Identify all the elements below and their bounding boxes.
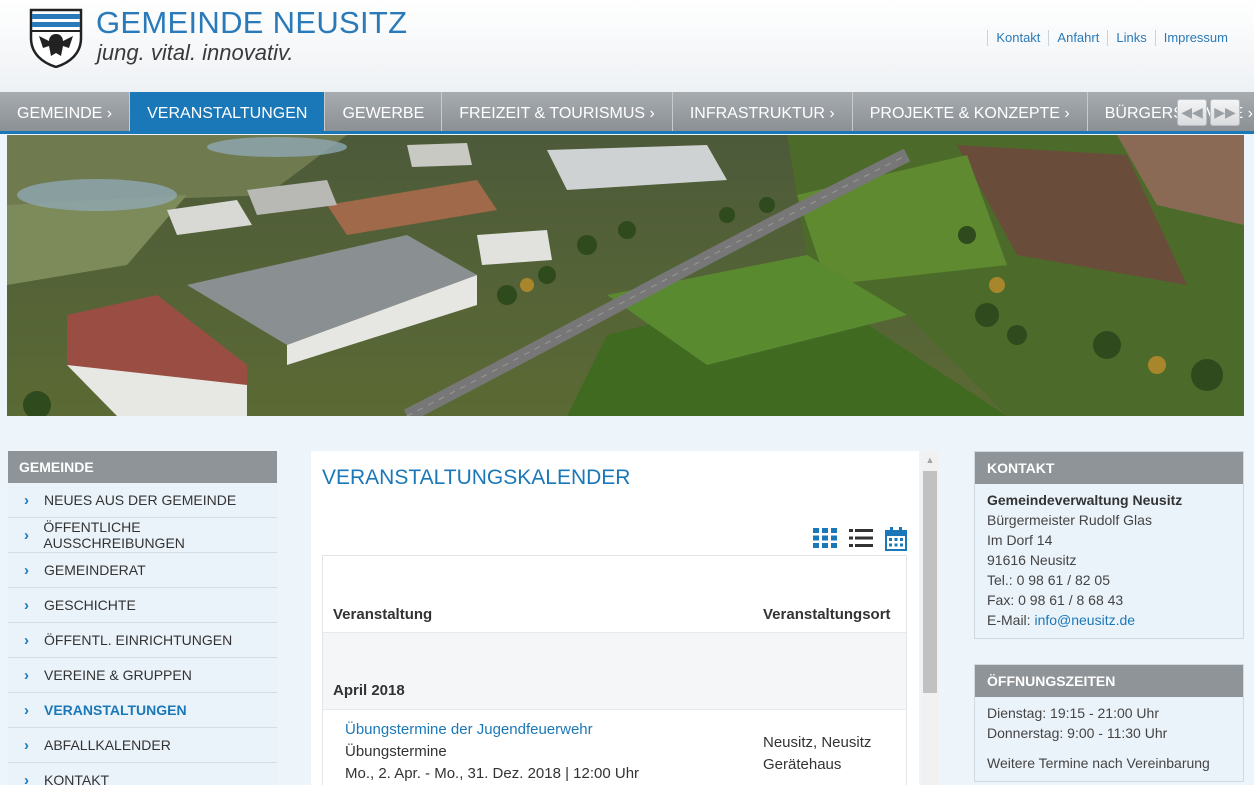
contact-email-row: E-Mail: info@neusitz.de bbox=[987, 610, 1231, 630]
chevron-right-icon: › bbox=[24, 666, 29, 684]
main-content: VERANSTALTUNGSKALENDER Veranstaltung Ver… bbox=[311, 451, 919, 785]
sidebar-item-geschichte[interactable]: › GESCHICHTE bbox=[8, 588, 277, 623]
scroll-up-arrow-icon[interactable]: ▲ bbox=[921, 451, 939, 469]
sidebar-item-label: GESCHICHTE bbox=[44, 597, 136, 613]
event-title-link[interactable]: Übungstermine der Jugendfeuerwehr bbox=[345, 721, 593, 738]
sidebar-item-label: ABFALLKALENDER bbox=[44, 737, 171, 753]
month-label: April 2018 bbox=[333, 682, 405, 699]
chevron-right-icon: › bbox=[24, 701, 29, 719]
nav-scroll-arrows: ◀◀ ▶▶ bbox=[1177, 99, 1240, 126]
sidebar-item-veranstaltungen[interactable]: › VERANSTALTUNGEN bbox=[8, 693, 277, 728]
contact-street: Im Dorf 14 bbox=[987, 532, 1053, 548]
sidebar-item-label: NEUES AUS DER GEMEINDE bbox=[44, 492, 237, 508]
link-links[interactable]: Links bbox=[1107, 30, 1154, 46]
sidebar-item-neues[interactable]: › NEUES AUS DER GEMEINDE bbox=[8, 483, 277, 518]
aerial-landscape-image bbox=[7, 135, 1244, 416]
main-navigation: GEMEINDE › VERANSTALTUNGEN GEWERBE FREIZ… bbox=[0, 92, 1254, 134]
contact-org: Gemeindeverwaltung Neusitz bbox=[987, 492, 1183, 508]
chevron-right-icon: › bbox=[24, 771, 29, 785]
link-impressum[interactable]: Impressum bbox=[1154, 30, 1236, 46]
contact-heading: KONTAKT bbox=[975, 452, 1243, 484]
nav-item-gewerbe[interactable]: GEWERBE bbox=[325, 92, 443, 131]
sidebar-item-label: KONTAKT bbox=[44, 772, 110, 785]
nav-item-projekte-konzepte[interactable]: PROJEKTE & KONZEPTE › bbox=[853, 92, 1088, 131]
contact-email-link[interactable]: info@neusitz.de bbox=[1034, 612, 1135, 628]
nav-next-button[interactable]: ▶▶ bbox=[1210, 99, 1240, 126]
header-banner-image bbox=[7, 135, 1244, 416]
contact-email-label: E-Mail: bbox=[987, 612, 1031, 628]
sidebar-heading: GEMEINDE bbox=[8, 451, 277, 483]
contact-fax: Fax: 0 98 61 / 8 68 43 bbox=[987, 592, 1124, 608]
link-kontakt[interactable]: Kontakt bbox=[987, 30, 1048, 46]
event-place-line: Gerätehaus bbox=[763, 756, 842, 773]
events-table: Veranstaltung Veranstaltungsort April 20… bbox=[322, 555, 907, 785]
grid-view-icon[interactable] bbox=[813, 527, 837, 549]
opening-hours-line: Donnerstag: 9:00 - 11:30 Uhr bbox=[987, 725, 1168, 741]
scroll-thumb[interactable] bbox=[923, 471, 937, 693]
content-scrollbar[interactable]: ▲ bbox=[921, 451, 939, 785]
coat-of-arms-logo[interactable] bbox=[29, 8, 83, 68]
opening-hours-line: Dienstag: 19:15 - 21:00 Uhr bbox=[987, 705, 1159, 721]
opening-hours-note: Weitere Termine nach Vereinbarung bbox=[987, 755, 1210, 771]
opening-hours-box: ÖFFNUNGSZEITEN Dienstag: 19:15 - 21:00 U… bbox=[974, 664, 1244, 782]
sidebar-item-gemeinderat[interactable]: › GEMEINDERAT bbox=[8, 553, 277, 588]
opening-hours-body: Dienstag: 19:15 - 21:00 Uhr Donnerstag: … bbox=[975, 697, 1243, 781]
sidebar-item-ausschreibungen[interactable]: › ÖFFENTLICHE AUSSCHREIBUNGEN bbox=[8, 518, 277, 553]
rewind-icon: ◀◀ bbox=[1181, 104, 1203, 120]
sidebar-item-einrichtungen[interactable]: › ÖFFENTL. EINRICHTUNGEN bbox=[8, 623, 277, 658]
nav-prev-button[interactable]: ◀◀ bbox=[1177, 99, 1207, 126]
nav-item-veranstaltungen[interactable]: VERANSTALTUNGEN bbox=[130, 92, 326, 131]
top-links: Kontakt Anfahrt Links Impressum bbox=[987, 30, 1236, 46]
month-row bbox=[323, 632, 906, 710]
event-place-line: Neusitz, Neusitz bbox=[763, 734, 872, 751]
fast-forward-icon: ▶▶ bbox=[1214, 104, 1236, 120]
column-header-place: Veranstaltungsort bbox=[763, 606, 891, 623]
site-title[interactable]: GEMEINDE NEUSITZ bbox=[96, 6, 407, 40]
contact-body: Gemeindeverwaltung Neusitz Bürgermeister… bbox=[975, 484, 1243, 638]
sidebar-navigation: GEMEINDE › NEUES AUS DER GEMEINDE › ÖFFENT… bbox=[8, 451, 277, 785]
nav-item-freizeit-tourismus[interactable]: FREIZEIT & TOURISMUS › bbox=[442, 92, 673, 131]
nav-item-gemeinde[interactable]: GEMEINDE › bbox=[0, 92, 131, 131]
event-subtitle: Übungstermine bbox=[345, 743, 447, 760]
column-header-event: Veranstaltung bbox=[333, 606, 433, 623]
view-switcher bbox=[813, 527, 907, 551]
opening-hours-heading: ÖFFNUNGSZEITEN bbox=[975, 665, 1243, 697]
contact-city: 91616 Neusitz bbox=[987, 552, 1077, 568]
chevron-right-icon: › bbox=[24, 736, 29, 754]
sidebar-item-vereine[interactable]: › VEREINE & GRUPPEN bbox=[8, 658, 277, 693]
event-date: Mo., 2. Apr. - Mo., 31. Dez. 2018 | 12:0… bbox=[345, 765, 640, 782]
sidebar-item-abfallkalender[interactable]: › ABFALLKALENDER bbox=[8, 728, 277, 763]
chevron-right-icon: › bbox=[24, 491, 29, 509]
chevron-right-icon: › bbox=[24, 526, 29, 544]
site-header: GEMEINDE NEUSITZ jung. vital. innovativ.… bbox=[0, 0, 1254, 92]
chevron-right-icon: › bbox=[24, 561, 29, 579]
sidebar-item-kontakt[interactable]: › KONTAKT bbox=[8, 763, 277, 785]
event-place: Neusitz, Neusitz Gerätehaus bbox=[763, 732, 903, 776]
link-anfahrt[interactable]: Anfahrt bbox=[1048, 30, 1107, 46]
sidebar-item-label: VERANSTALTUNGEN bbox=[44, 702, 187, 718]
contact-box: KONTAKT Gemeindeverwaltung Neusitz Bürge… bbox=[974, 451, 1244, 639]
sidebar-item-label: ÖFFENTLICHE AUSSCHREIBUNGEN bbox=[43, 519, 185, 551]
list-view-icon[interactable] bbox=[849, 527, 873, 549]
contact-mayor: Bürgermeister Rudolf Glas bbox=[987, 512, 1152, 528]
sidebar-item-label: GEMEINDERAT bbox=[44, 562, 146, 578]
nav-item-infrastruktur[interactable]: INFRASTRUKTUR › bbox=[673, 92, 853, 131]
calendar-view-icon[interactable] bbox=[885, 527, 907, 551]
sidebar-item-label: ÖFFENTL. EINRICHTUNGEN bbox=[44, 632, 233, 648]
site-slogan: jung. vital. innovativ. bbox=[97, 40, 294, 65]
page-title: VERANSTALTUNGSKALENDER bbox=[322, 466, 631, 489]
sidebar-item-label: VEREINE & GRUPPEN bbox=[44, 667, 192, 683]
chevron-right-icon: › bbox=[24, 631, 29, 649]
contact-tel: Tel.: 0 98 61 / 82 05 bbox=[987, 572, 1110, 588]
chevron-right-icon: › bbox=[24, 596, 29, 614]
